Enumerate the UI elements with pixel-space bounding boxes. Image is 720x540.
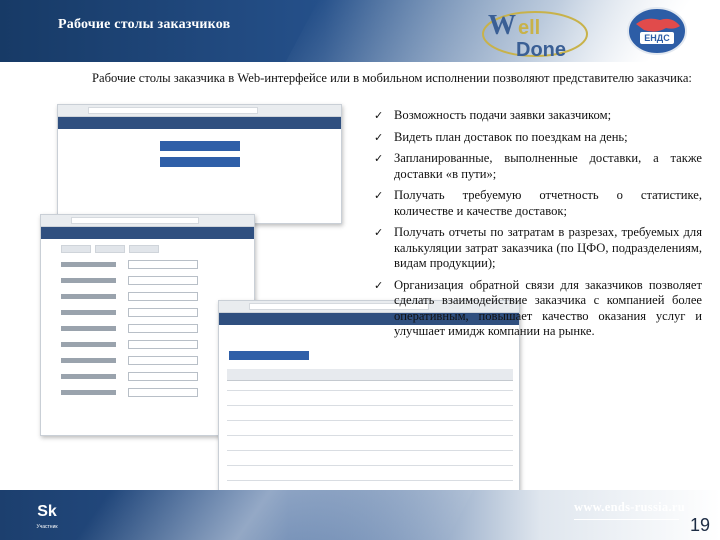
svg-text:Done: Done (516, 39, 566, 60)
list-item: ✓ Запланированные, выполненные доставки, … (372, 151, 702, 182)
form-tabs (61, 245, 254, 253)
list-item: ✓ Возможность подачи заявки заказчиком; (372, 108, 702, 124)
form-row (61, 276, 254, 285)
ends-logo-text: ЕНДС (644, 33, 670, 43)
svg-text:ell: ell (518, 17, 540, 39)
list-item-text: Видеть план доставок по поездкам на день… (394, 129, 628, 144)
list-item: ✓ Получать требуемую отчетность о статист… (372, 188, 702, 219)
header-band: Рабочие столы заказчиков (0, 0, 720, 62)
app-header-bar (41, 227, 254, 239)
slide-title: Рабочие столы заказчиков (58, 17, 231, 32)
browser-chrome (41, 215, 254, 227)
check-icon: ✓ (374, 152, 384, 165)
form-row (61, 260, 254, 269)
browser-chrome (58, 105, 341, 117)
page-number: 19 (690, 515, 711, 535)
footer-band (0, 490, 720, 540)
list-item-text: Получать требуемую отчетность о статисти… (394, 188, 702, 218)
welldone-logo: W ell Done (482, 10, 588, 60)
address-bar (71, 217, 199, 224)
list-item-text: Получать отчеты по затратам в разрезах, … (394, 225, 702, 270)
address-bar (88, 107, 258, 114)
list-item-text: Организация обратной связи для заказчико… (394, 277, 702, 339)
check-icon: ✓ (374, 226, 384, 239)
footer-website-link[interactable]: www.ends-russia.ru (574, 500, 685, 515)
svg-text:W: W (488, 10, 516, 41)
feature-checklist: ✓ Возможность подачи заявки заказчиком; ✓… (372, 108, 702, 346)
list-item: ✓ Видеть план доставок по поездкам на ден… (372, 130, 702, 146)
check-icon: ✓ (374, 278, 384, 292)
check-icon: ✓ (374, 130, 384, 144)
skolkovo-logo: Sk Участник (24, 500, 70, 536)
check-icon: ✓ (374, 189, 384, 202)
action-button (229, 351, 309, 360)
check-icon: ✓ (374, 109, 384, 122)
list-item: ✓ Получать отчеты по затратам в разрезах,… (372, 225, 702, 272)
orders-table (227, 381, 513, 495)
list-item-text: Запланированные, выполненные доставки, а… (394, 151, 702, 181)
list-item-text: Возможность подачи заявки заказчиком; (394, 108, 612, 122)
ends-logo: ЕНДС (627, 7, 687, 55)
footer-rule (574, 519, 679, 520)
footer-decor-sweep (0, 490, 484, 540)
skolkovo-mark: Sk (37, 503, 57, 520)
intro-paragraph: Рабочие столы заказчика в Web-интерфейсе… (92, 71, 692, 85)
subsystem-button (159, 157, 240, 167)
list-item: ✓ Организация обратной связи для заказчик… (372, 278, 702, 340)
subsystem-button (159, 141, 240, 151)
skolkovo-sub: Участник (36, 524, 58, 530)
screenshot-select-subsystem (57, 104, 342, 224)
table-header (227, 369, 513, 381)
app-header-bar (58, 117, 341, 129)
